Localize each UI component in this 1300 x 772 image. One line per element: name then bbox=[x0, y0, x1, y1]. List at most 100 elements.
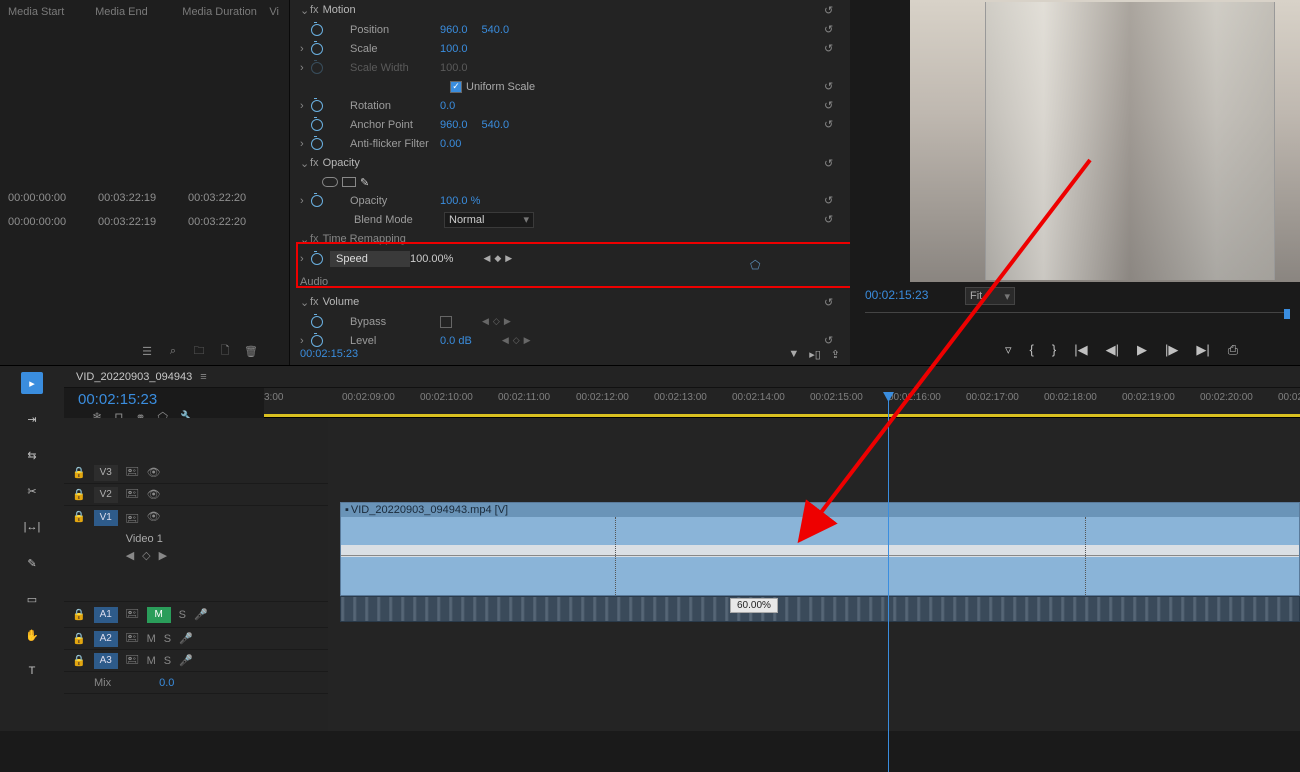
go-to-out-icon[interactable]: ▶| bbox=[1196, 342, 1209, 358]
anchor-y[interactable]: 540.0 bbox=[482, 119, 510, 131]
new-bin-icon[interactable]: 🗀 bbox=[192, 344, 206, 358]
opacity-value[interactable]: 100.0 % bbox=[440, 195, 480, 207]
prop-bypass[interactable]: Bypass ◀◇▶ bbox=[290, 312, 850, 331]
timeline-tracks-area[interactable]: ▪VID_20220903_094943.mp4 [V] 60.00% bbox=[328, 418, 1300, 731]
prop-uniform-scale[interactable]: Uniform Scale ↺ bbox=[290, 77, 850, 96]
ripple-edit-tool[interactable]: ⇆ bbox=[21, 444, 43, 466]
keyframe-prev-icon[interactable]: ◀ bbox=[126, 549, 134, 562]
col-media-start[interactable]: Media Start bbox=[4, 0, 91, 28]
effect-time-remapping-header[interactable]: ⌄fx Time Remapping bbox=[290, 229, 850, 249]
keyframe-nav[interactable]: ◀◇▶ bbox=[482, 316, 511, 327]
effect-motion-header[interactable]: ⌄fx Motion ↺ bbox=[290, 0, 850, 20]
mark-out-icon[interactable]: } bbox=[1052, 342, 1056, 358]
trash-icon[interactable]: 🗑 bbox=[244, 344, 258, 358]
toggle-output-icon[interactable]: 🖭 bbox=[126, 605, 139, 624]
tab-menu-icon[interactable]: ≡ bbox=[200, 371, 206, 383]
type-tool[interactable]: T bbox=[21, 660, 43, 682]
filter-icon[interactable]: ▼ bbox=[788, 348, 799, 361]
col-vi[interactable]: Vi bbox=[265, 0, 285, 28]
prop-opacity[interactable]: › Opacity 100.0 % ↺ bbox=[290, 191, 850, 210]
scale-value[interactable]: 100.0 bbox=[440, 43, 468, 55]
keyframe-next-icon[interactable]: ▶ bbox=[159, 549, 167, 562]
effects-timecode[interactable]: 00:02:15:23 bbox=[300, 348, 358, 360]
lock-icon[interactable]: 🔒 bbox=[72, 466, 86, 479]
stopwatch-icon[interactable] bbox=[310, 99, 324, 113]
media-row[interactable]: 00:00:00:00 00:03:22:19 00:03:22:20 bbox=[0, 212, 289, 236]
voice-over-icon[interactable]: 🎤 bbox=[179, 632, 193, 645]
uniform-scale-checkbox[interactable] bbox=[450, 81, 462, 93]
speed-value[interactable]: 100.00% bbox=[410, 253, 453, 265]
bypass-checkbox[interactable] bbox=[440, 316, 452, 328]
stopwatch-icon[interactable] bbox=[310, 194, 324, 208]
export-icon[interactable]: ⇪ bbox=[831, 348, 840, 361]
reset-icon[interactable]: ↺ bbox=[824, 99, 840, 112]
reset-icon[interactable]: ↺ bbox=[824, 334, 840, 347]
level-value[interactable]: 0.0 dB bbox=[440, 335, 472, 347]
mute-button[interactable]: M bbox=[147, 633, 156, 645]
toggle-output-icon[interactable]: 🖭 bbox=[126, 485, 139, 504]
toggle-output-icon[interactable]: 🖭 bbox=[126, 651, 139, 670]
reset-icon[interactable]: ↺ bbox=[824, 4, 840, 17]
reset-icon[interactable]: ↺ bbox=[824, 118, 840, 131]
mix-value[interactable]: 0.0 bbox=[159, 677, 174, 689]
blend-mode-select[interactable]: Normal bbox=[444, 212, 534, 228]
effect-volume-header[interactable]: ⌄fx Volume ↺ bbox=[290, 292, 850, 312]
reset-icon[interactable]: ↺ bbox=[824, 194, 840, 207]
lock-icon[interactable]: 🔒 bbox=[72, 510, 86, 523]
track-select-tool[interactable]: ⇥ bbox=[21, 408, 43, 430]
mute-button[interactable]: M bbox=[147, 655, 156, 667]
antiflicker-value[interactable]: 0.00 bbox=[440, 138, 461, 150]
reset-icon[interactable]: ↺ bbox=[824, 296, 840, 309]
reset-icon[interactable]: ↺ bbox=[824, 80, 840, 93]
add-marker-icon[interactable]: ▿ bbox=[1005, 342, 1012, 358]
slip-tool[interactable]: |↔| bbox=[21, 516, 43, 538]
rect-mask-icon[interactable] bbox=[342, 177, 356, 187]
timeline-timecode[interactable]: 00:02:15:23 bbox=[78, 391, 250, 408]
prop-rotation[interactable]: › Rotation 0.0 ↺ bbox=[290, 96, 850, 115]
prop-blend-mode[interactable]: Blend Mode Normal ↺ bbox=[290, 210, 850, 229]
voice-over-icon[interactable]: 🎤 bbox=[194, 608, 208, 621]
preview-scrubber[interactable] bbox=[865, 312, 1290, 326]
stopwatch-icon[interactable] bbox=[310, 137, 324, 151]
keyframe-nav[interactable]: ◀◇▶ bbox=[502, 335, 531, 346]
col-media-duration[interactable]: Media Duration bbox=[178, 0, 265, 28]
ellipse-mask-icon[interactable] bbox=[322, 177, 338, 187]
play-icon[interactable]: ▶ bbox=[1137, 342, 1147, 358]
position-y[interactable]: 540.0 bbox=[482, 24, 510, 36]
eye-icon[interactable]: 👁 bbox=[147, 510, 161, 529]
media-row[interactable]: 00:00:00:00 00:03:22:19 00:03:22:20 bbox=[0, 188, 289, 212]
keyframe-nav[interactable]: ◀◆▶ bbox=[483, 253, 512, 264]
toggle-output-icon[interactable]: 🖭 bbox=[126, 629, 139, 648]
timeline-playhead[interactable] bbox=[888, 392, 889, 772]
lock-icon[interactable]: 🔒 bbox=[72, 488, 86, 501]
position-x[interactable]: 960.0 bbox=[440, 24, 468, 36]
solo-button[interactable]: S bbox=[164, 633, 171, 645]
speed-keyframe[interactable] bbox=[615, 517, 616, 597]
stopwatch-icon[interactable] bbox=[310, 252, 324, 266]
keyframe-add-icon[interactable]: ◇ bbox=[142, 549, 150, 562]
track-v2[interactable]: 🔒V2🖭👁 bbox=[64, 484, 328, 506]
export-frame-icon[interactable]: ⎙ bbox=[1228, 342, 1238, 358]
razor-tool[interactable]: ✂ bbox=[21, 480, 43, 502]
track-mix[interactable]: Mix0.0 bbox=[64, 672, 328, 694]
stopwatch-icon[interactable] bbox=[310, 118, 324, 132]
track-a3[interactable]: 🔒A3🖭MS🎤 bbox=[64, 650, 328, 672]
track-v3[interactable]: 🔒V3🖭👁 bbox=[64, 462, 328, 484]
prop-anchor-point[interactable]: Anchor Point 960.0 540.0 ↺ bbox=[290, 115, 850, 134]
eye-icon[interactable]: 👁 bbox=[147, 466, 161, 479]
reset-icon[interactable]: ↺ bbox=[824, 213, 840, 226]
step-forward-icon[interactable]: |▶ bbox=[1165, 342, 1178, 358]
eye-icon[interactable]: 👁 bbox=[147, 488, 161, 501]
voice-over-icon[interactable]: 🎤 bbox=[179, 654, 193, 667]
new-item-icon[interactable]: 🗋 bbox=[218, 344, 232, 358]
effect-audio-header[interactable]: Audio bbox=[290, 272, 850, 292]
preview-video-frame[interactable] bbox=[910, 0, 1300, 282]
mark-in-icon[interactable]: { bbox=[1030, 342, 1034, 358]
search-icon[interactable]: ⌕ bbox=[166, 344, 180, 358]
mute-button[interactable]: M bbox=[147, 607, 171, 623]
prop-speed[interactable]: › Speed 100.00% ◀◆▶ bbox=[290, 249, 850, 268]
mask-tracking-icon[interactable]: ⬠ bbox=[750, 258, 760, 272]
solo-button[interactable]: S bbox=[179, 609, 186, 621]
hand-tool[interactable]: ✋ bbox=[21, 624, 43, 646]
track-a2[interactable]: 🔒A2🖭MS🎤 bbox=[64, 628, 328, 650]
